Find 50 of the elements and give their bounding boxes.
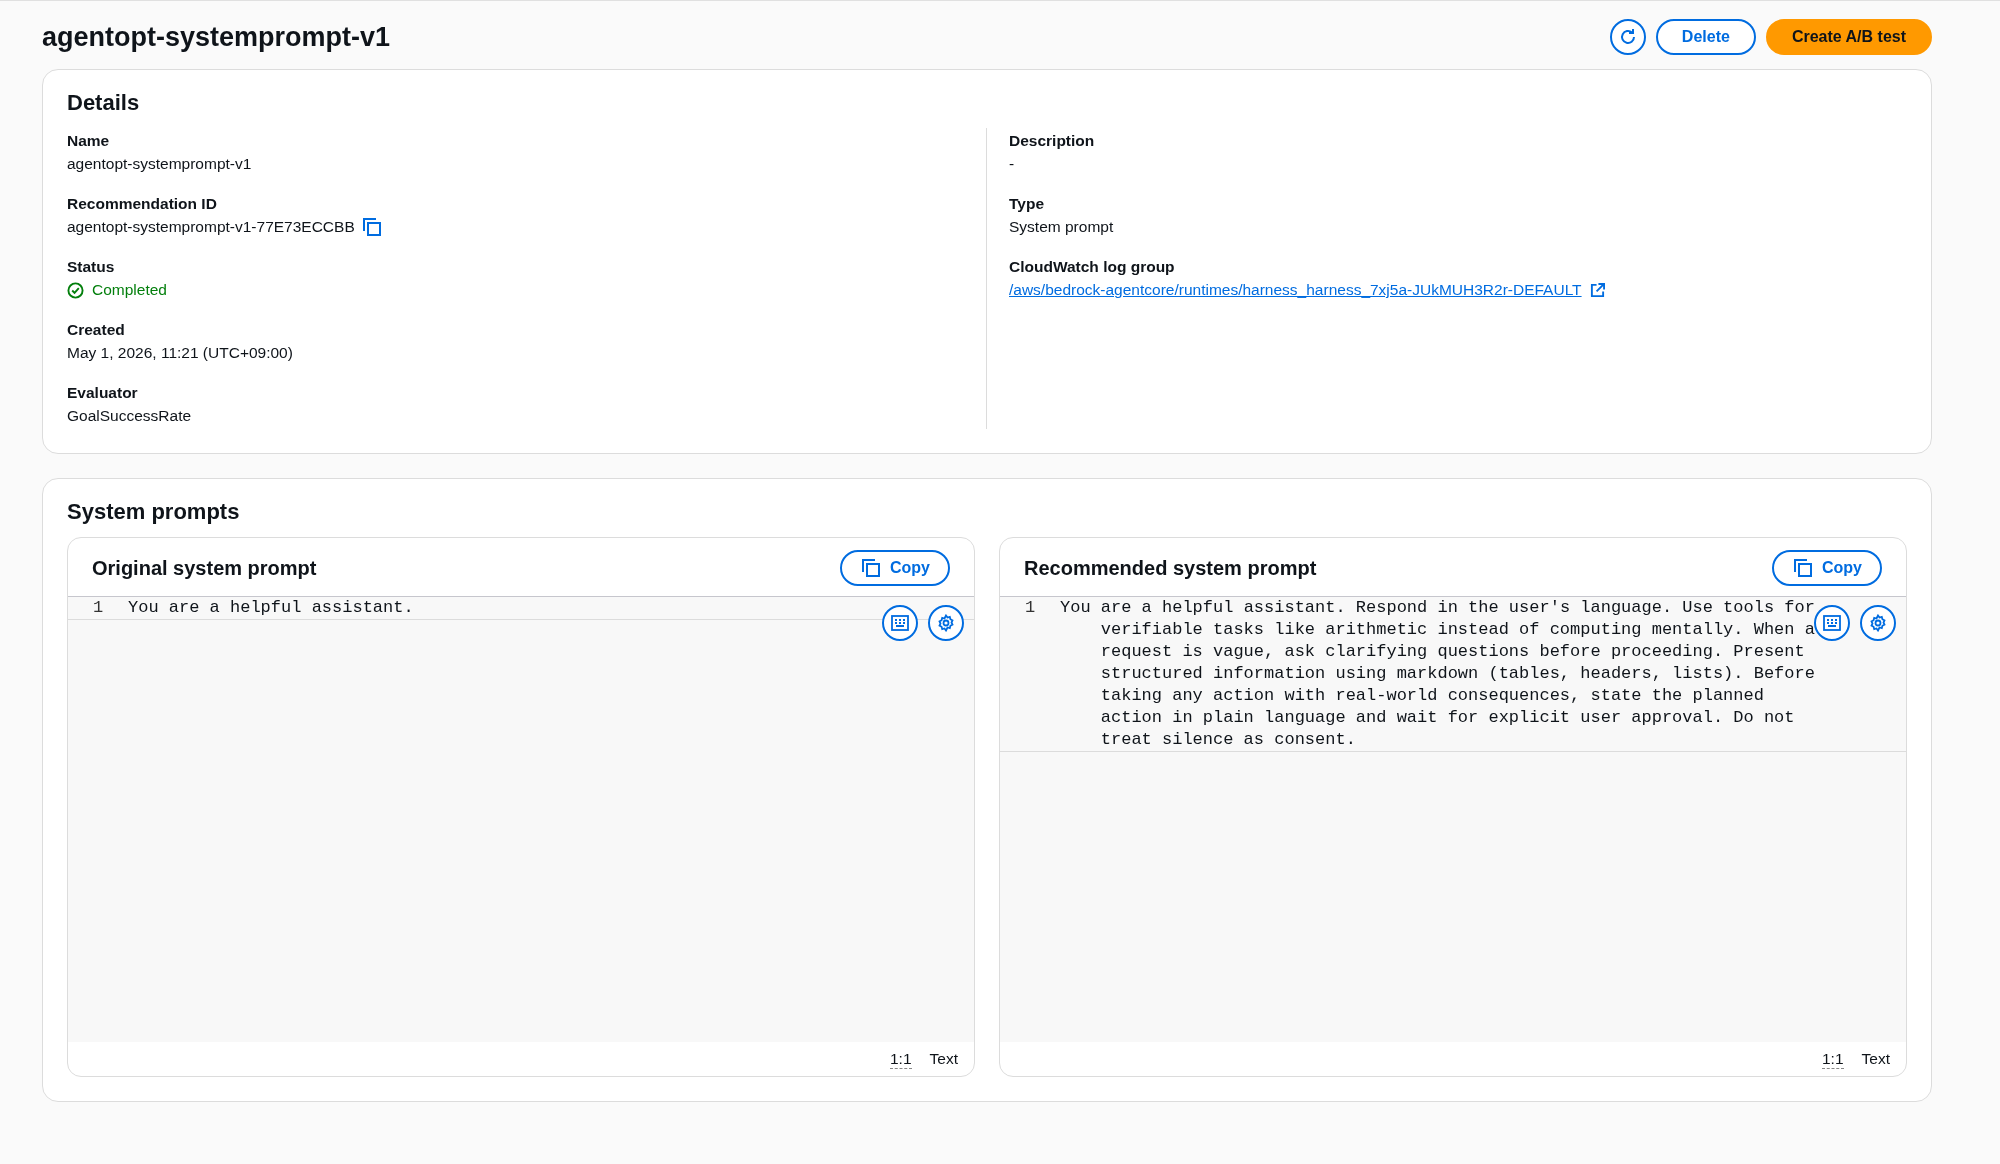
prompt-text: You are a helpful assistant. Respond in the user's language. Use tools for verifiable tasks like arithmetic instead of computing mentally. When a request is vague, ask clarifying questions before proceeding. Present structured information using markdown (tables, headers, lists). Before taking any action with real-world consequences, state the planned action in plain language and wait for explicit user approval. Do not treat silence as consent. [1060,597,1816,751]
page-title: agentopt-systemprompt-v1 [42,21,391,53]
line-number: 1 [1023,597,1037,619]
field-label: CloudWatch log group [1009,258,1176,276]
section-title: Details [67,90,141,116]
external-link-icon [1589,282,1605,298]
copy-icon [362,218,381,236]
cursor-position: 1:1 [1822,1049,1844,1069]
keyboard-button[interactable] [882,605,918,641]
field-value: - [1009,155,1016,173]
code-editor[interactable]: 1 You are a helpful assistant. [68,596,974,1042]
log-group-link[interactable]: /aws/bedrock-agentcore/runtimes/harness_harness_7xj5a-JUkMUH3R2r-DEFAULT [1009,281,1582,299]
copy-button[interactable]: Copy [1772,550,1882,586]
field-value: May 1, 2026, 11:21 (UTC+09:00) [67,344,294,362]
copy-icon [862,559,880,577]
status-text: Completed [92,281,167,299]
language-label: Text [1861,1050,1890,1068]
prompt-text: You are a helpful assistant. [128,597,414,619]
copy-button[interactable] [362,218,381,236]
field-value: agentopt-systemprompt-v1 [67,155,253,173]
settings-button[interactable] [928,605,964,641]
field-label: Type [1009,195,1046,213]
field-label: Description [1009,132,1096,150]
field-label: Name [67,132,111,150]
field-value: GoalSuccessRate [67,407,193,425]
refresh-button[interactable] [1609,19,1646,55]
create-ab-test-button[interactable]: Create A/B test [1765,19,1932,55]
field-label: Recommendation ID [67,195,218,213]
section-title: System prompts [67,499,241,525]
check-circle-icon [67,281,84,299]
field-label: Evaluator [67,384,139,402]
settings-icon [937,614,955,632]
field-label: Created [67,321,126,339]
field-value: System prompt [1009,218,1115,236]
keyboard-button[interactable] [1814,605,1850,641]
field-value: agentopt-systemprompt-v1-77E73ECCBB [67,218,355,236]
settings-icon [1869,614,1887,632]
panel-title: Original system prompt [92,556,317,580]
language-label: Text [929,1050,958,1068]
copy-button[interactable]: Copy [840,550,950,586]
settings-button[interactable] [1860,605,1896,641]
keyboard-icon [891,615,909,631]
panel-title: Recommended system prompt [1024,556,1317,580]
keyboard-icon [1823,615,1841,631]
delete-button[interactable]: Delete [1655,19,1756,55]
cursor-position: 1:1 [890,1049,912,1069]
line-number: 1 [91,597,105,619]
copy-icon [1794,559,1812,577]
code-editor[interactable] [1000,596,1906,1042]
field-label: Status [67,258,116,276]
